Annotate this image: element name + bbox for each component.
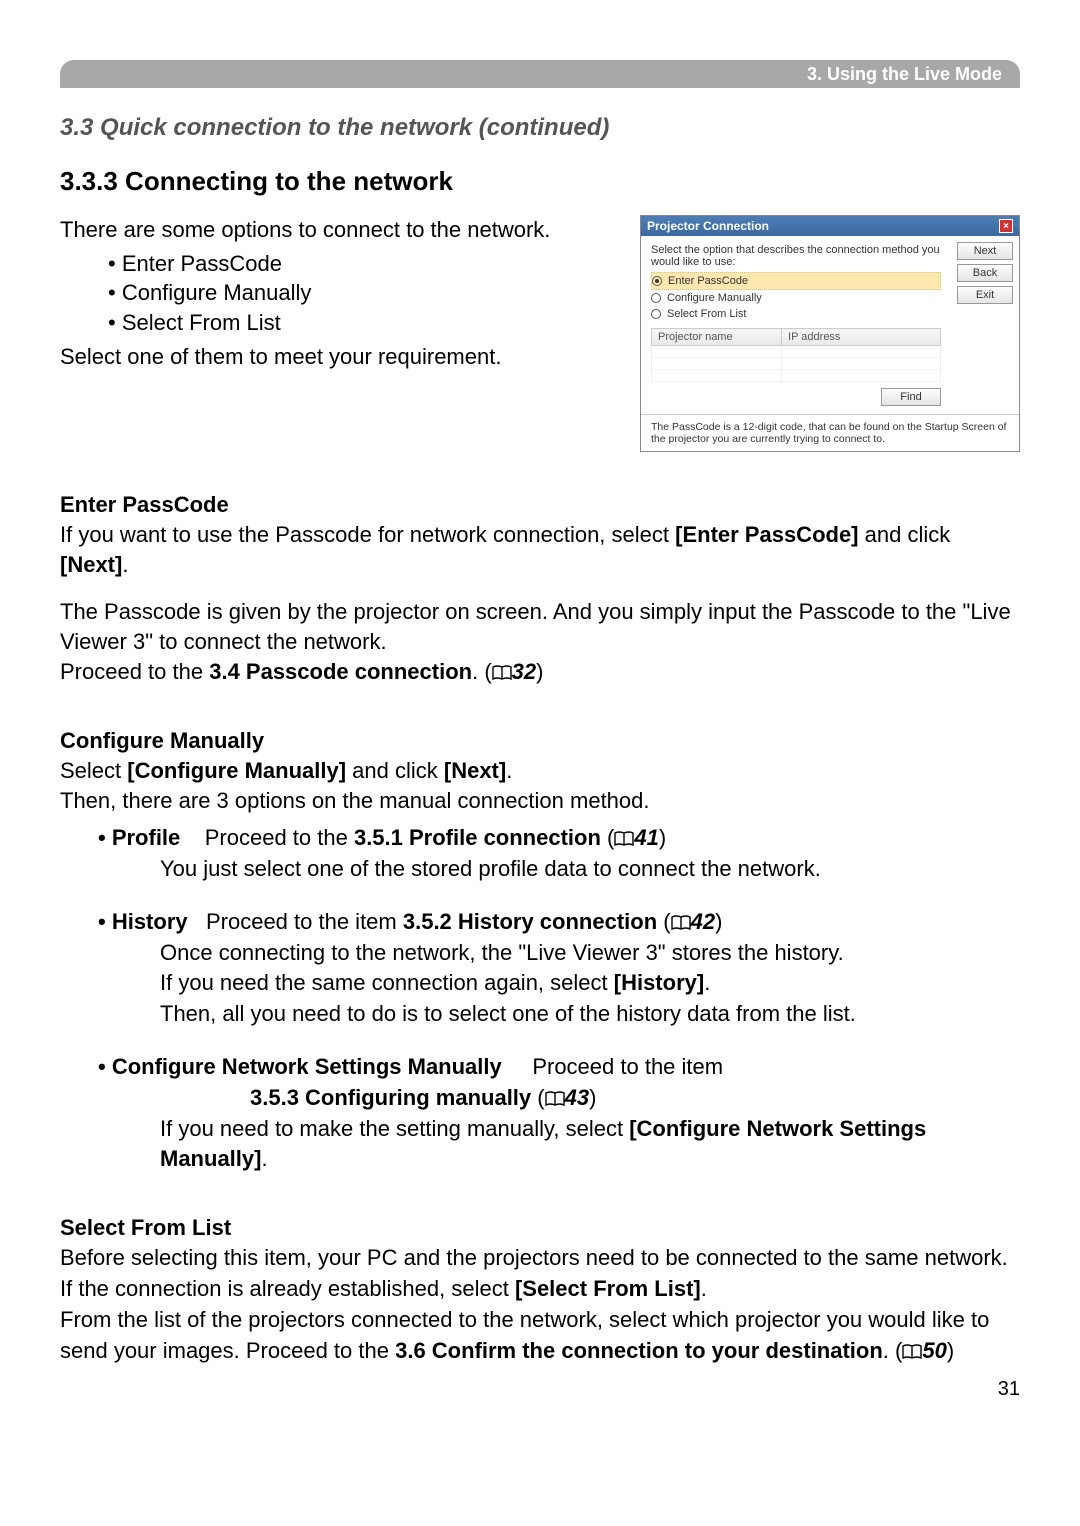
book-icon (902, 1344, 922, 1360)
page-number: 31 (60, 1378, 1020, 1401)
book-icon (492, 665, 512, 681)
enter-passcode-p2: The Passcode is given by the projector o… (60, 597, 1020, 656)
radio-select-from-list[interactable]: Select From List (651, 306, 941, 322)
opt-cnsm-line: • Configure Network Settings Manually Pr… (98, 1052, 1020, 1083)
book-icon (671, 915, 691, 931)
col-projector-name: Projector name (652, 329, 782, 346)
close-icon[interactable]: × (999, 219, 1013, 233)
radio-icon (651, 293, 661, 303)
table-row (652, 346, 941, 358)
bullet-select-from-list: • Select From List (108, 308, 620, 338)
enter-passcode-ref: Proceed to the 3.4 Passcode connection. … (60, 657, 1020, 688)
configure-manually-heading: Configure Manually (60, 728, 1020, 754)
opt-profile-line: • Profile Proceed to the 3.5.1 Profile c… (98, 823, 1020, 854)
next-button[interactable]: Next (957, 242, 1013, 260)
section-title: 3.3 Quick connection to the network (con… (60, 114, 1020, 142)
opt-profile-desc: You just select one of the stored profil… (160, 854, 1020, 885)
sfl-p1: Before selecting this item, your PC and … (60, 1243, 1020, 1274)
subsection-title: 3.3.3 Connecting to the network (60, 166, 1020, 197)
radio-label: Enter PassCode (668, 275, 748, 287)
col-ip-address: IP address (782, 329, 941, 346)
sfl-p2: If the connection is already established… (60, 1274, 1020, 1305)
chapter-header: 3. Using the Live Mode (60, 60, 1020, 88)
enter-passcode-p1: If you want to use the Passcode for netw… (60, 520, 1020, 579)
sfl-p3: From the list of the projectors connecte… (60, 1305, 1020, 1367)
configure-l1: Select [Configure Manually] and click [N… (60, 756, 1020, 787)
dialog-description: Select the option that describes the con… (651, 244, 941, 268)
intro-text: There are some options to connect to the… (60, 215, 620, 245)
select-from-list-heading: Select From List (60, 1215, 1020, 1241)
radio-icon (652, 276, 662, 286)
configure-l2: Then, there are 3 options on the manual … (60, 786, 1020, 817)
opt-history-d3: Then, all you need to do is to select on… (160, 999, 1020, 1030)
exit-button[interactable]: Exit (957, 286, 1013, 304)
chapter-title: 3. Using the Live Mode (807, 64, 1002, 85)
projector-table: Projector name IP address (651, 328, 941, 382)
opt-history-d2: If you need the same connection again, s… (160, 968, 1020, 999)
enter-passcode-heading: Enter PassCode (60, 492, 1020, 518)
radio-label: Configure Manually (667, 292, 762, 304)
opt-history-d1: Once connecting to the network, the "Liv… (160, 938, 1020, 969)
select-instruction: Select one of them to meet your requirem… (60, 342, 620, 372)
book-icon (614, 831, 634, 847)
bullet-enter-passcode: • Enter PassCode (108, 249, 620, 279)
dialog-footer-note: The PassCode is a 12-digit code, that ca… (641, 414, 1019, 451)
projector-connection-dialog: Projector Connection × Select the option… (640, 215, 1020, 452)
bullet-configure-manually: • Configure Manually (108, 278, 620, 308)
dialog-titlebar: Projector Connection × (641, 216, 1019, 236)
dialog-title-text: Projector Connection (647, 219, 769, 233)
table-row (652, 358, 941, 370)
opt-cnsm-desc: If you need to make the setting manually… (160, 1114, 1020, 1176)
radio-label: Select From List (667, 308, 746, 320)
book-icon (545, 1091, 565, 1107)
opt-cnsm-ref: 3.5.3 Configuring manually (43) (250, 1083, 1020, 1114)
find-button[interactable]: Find (881, 388, 941, 406)
table-row (652, 370, 941, 382)
back-button[interactable]: Back (957, 264, 1013, 282)
opt-history-line: • History Proceed to the item 3.5.2 Hist… (98, 907, 1020, 938)
radio-enter-passcode[interactable]: Enter PassCode (651, 272, 941, 290)
radio-icon (651, 309, 661, 319)
radio-configure-manually[interactable]: Configure Manually (651, 290, 941, 306)
